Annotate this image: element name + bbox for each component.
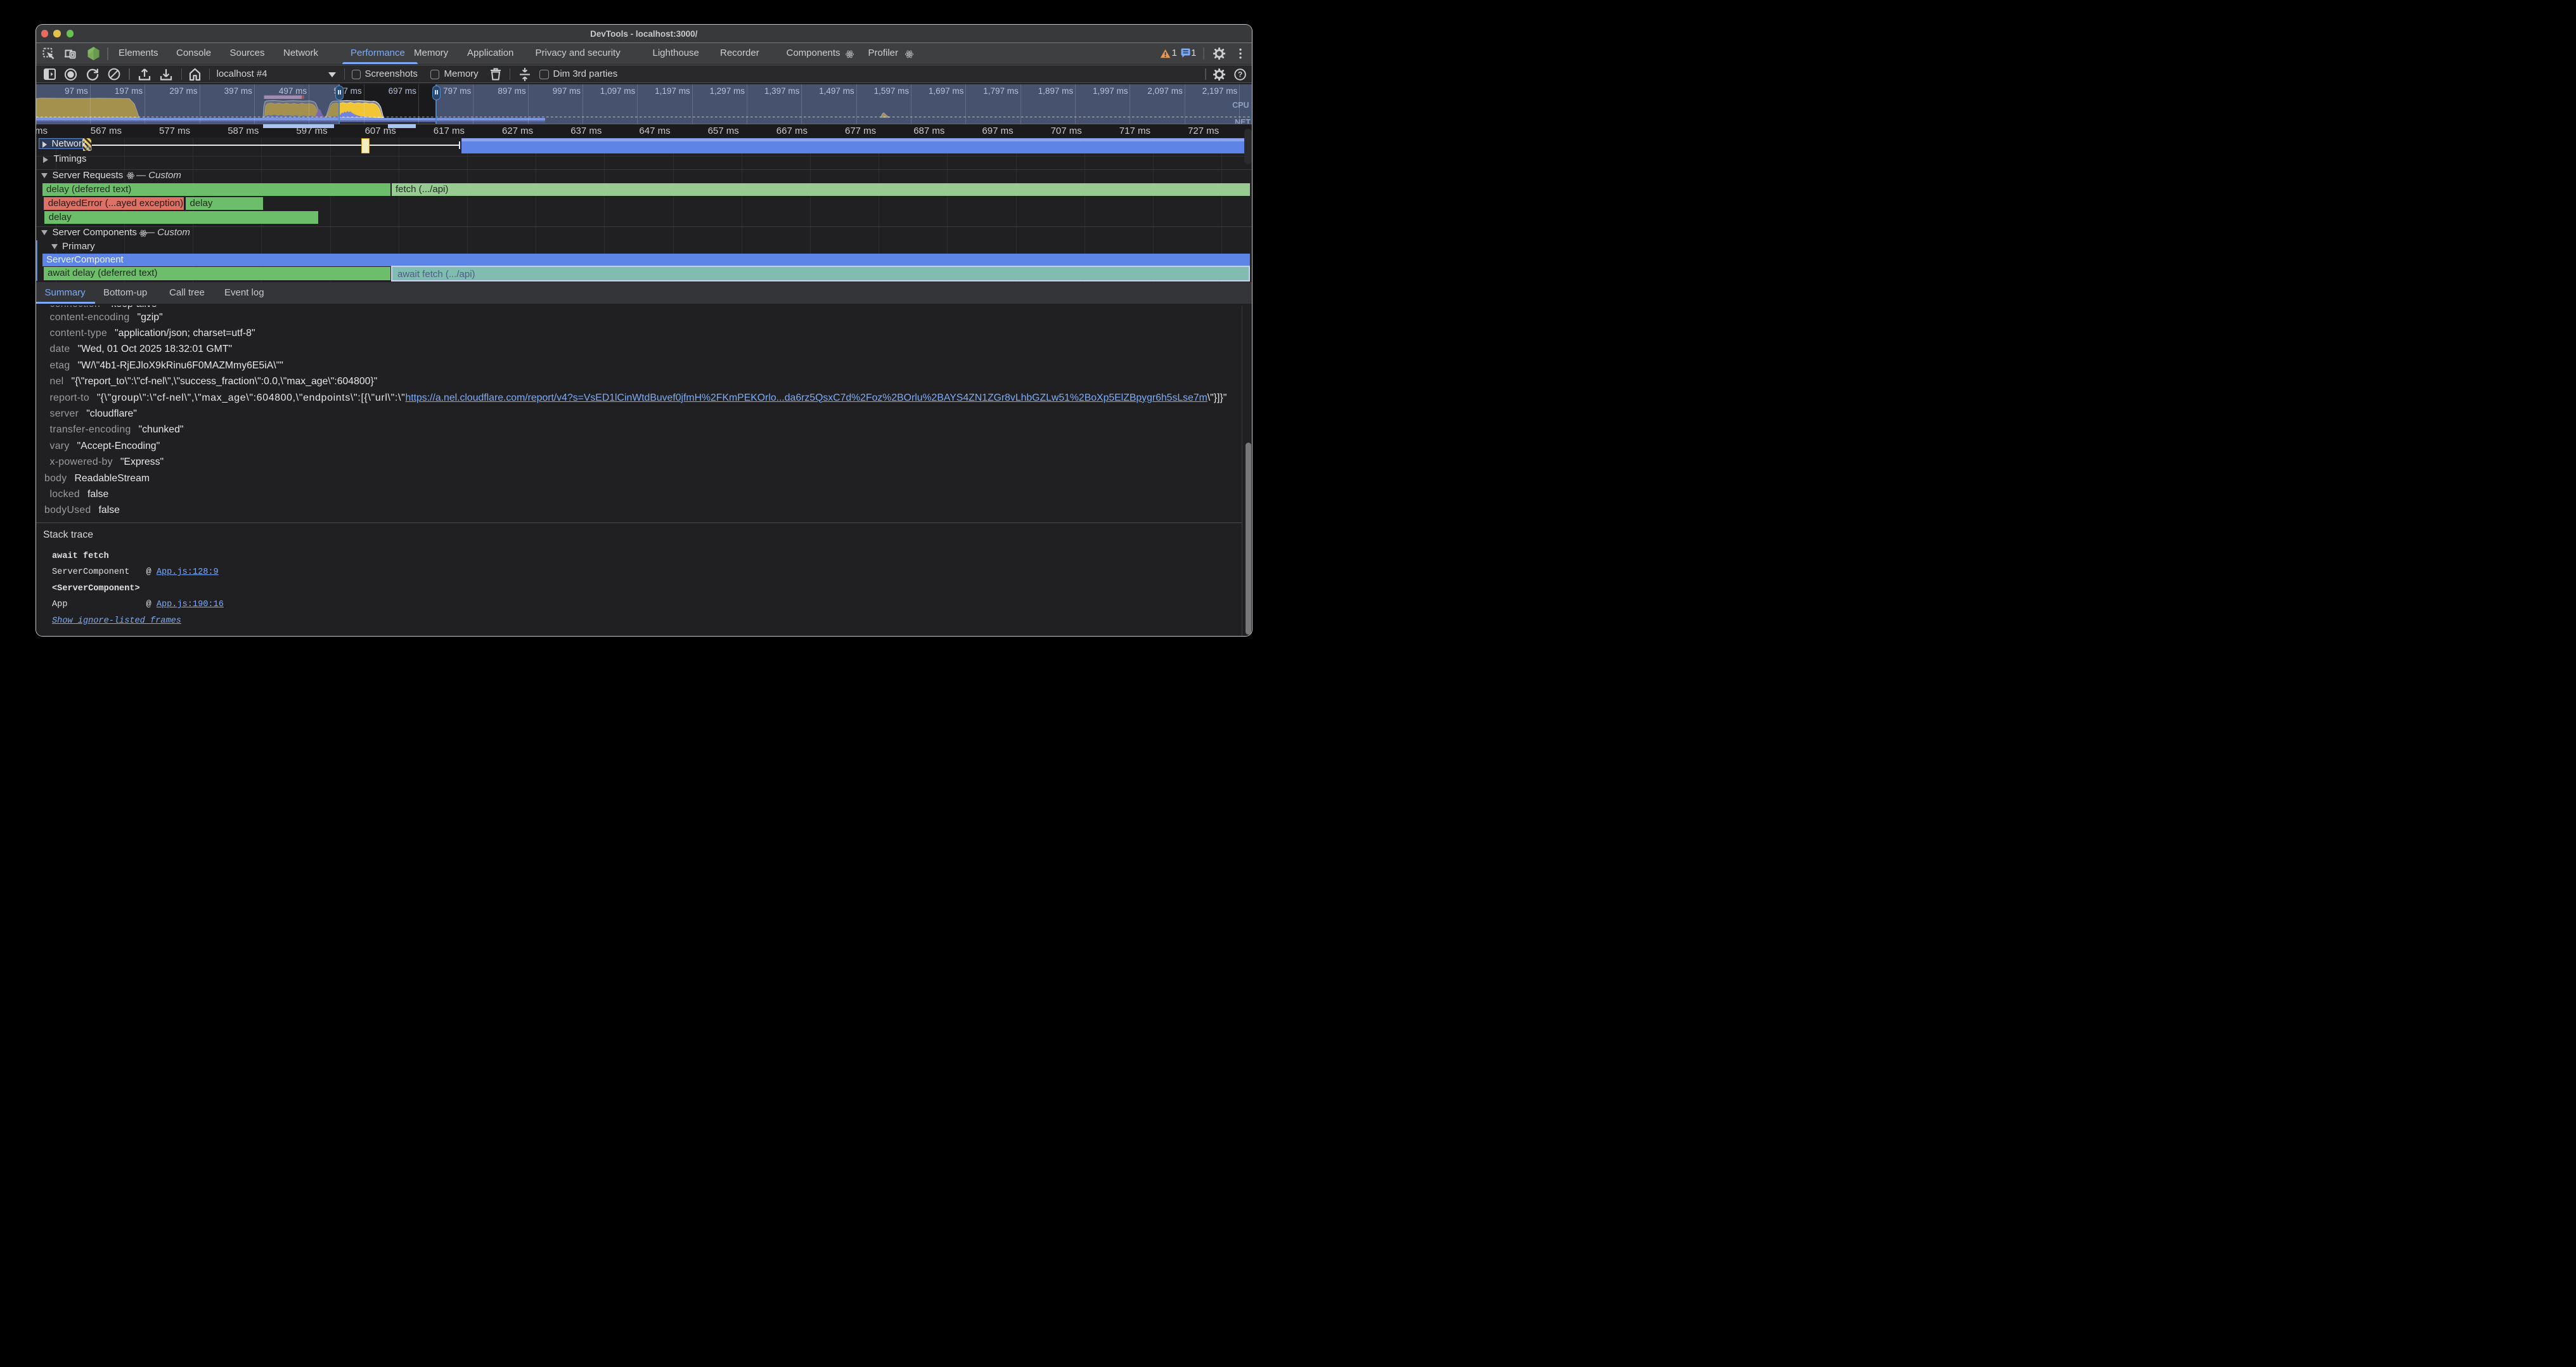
svg-text:?: ? [1238,70,1242,79]
